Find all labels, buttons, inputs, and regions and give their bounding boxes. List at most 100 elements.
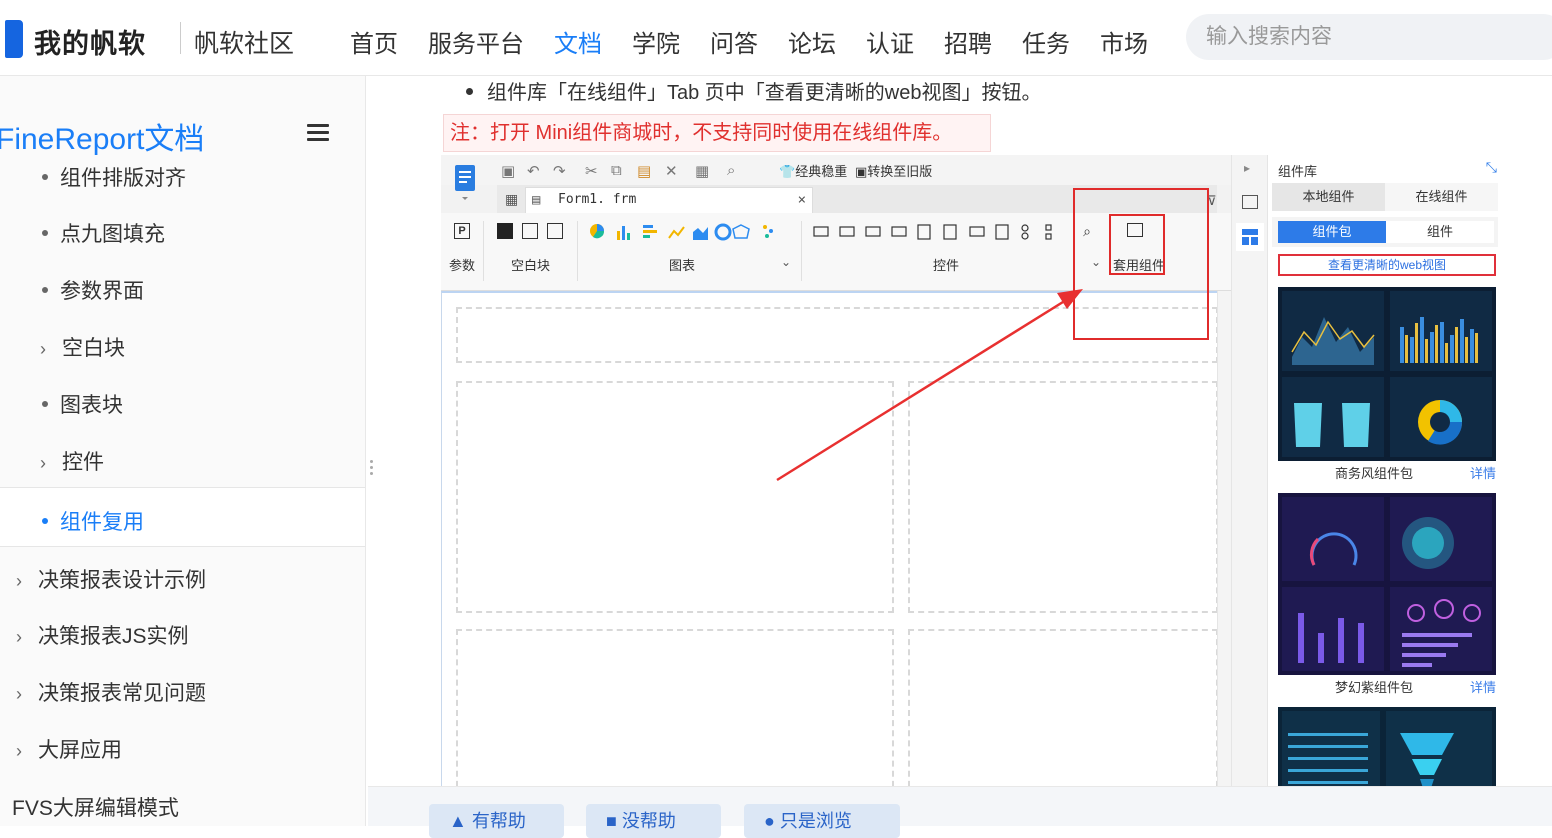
vertical-scrollbar: [1217, 291, 1231, 795]
business-package-thumbnail: [1278, 287, 1496, 461]
nav-item-academy[interactable]: 学院: [632, 24, 680, 59]
paste-icon: ▤: [637, 163, 652, 180]
search-input[interactable]: 输入搜索内容: [1186, 14, 1552, 60]
content-bullet: 组件库「在线组件」Tab 页中「查看更清晰的web视图」按钮。: [466, 76, 1042, 105]
sidebar-item[interactable]: 组件排版对齐: [42, 162, 186, 192]
top-navbar: 我的帆软 帆软社区 首页 服务平台 文档 学院 问答 论坛 认证 招聘 任务 市…: [0, 0, 1552, 76]
placeholder-block: [908, 629, 1218, 797]
collapse-icon: ⤡: [1485, 159, 1497, 175]
chevron-down-icon: ⌄: [781, 255, 792, 269]
package-details-link: 详情: [1469, 680, 1496, 695]
library-title: 组件库: [1278, 164, 1318, 179]
nav-item-jobs[interactable]: 招聘: [944, 24, 992, 59]
sidebar-item[interactable]: 参数界面: [42, 275, 144, 305]
warning-note: 注：打开 Mini组件商城时，不支持同时使用在线组件库。: [443, 114, 991, 152]
package-details-link: 详情: [1469, 466, 1496, 481]
nav-item-tasks[interactable]: 任务: [1022, 24, 1070, 59]
sidebar-item[interactable]: 点九图填充: [42, 218, 165, 248]
designer-screenshot: ▣ ↶ ↷ ✂ ⧉ ▤ ✕ ▦ ⌕ 👕经典稳重 ▣转换至旧版 ▦ ▤ Form1…: [441, 155, 1505, 797]
bullet-icon: [42, 401, 48, 408]
designer-toolbar: ▣ ↶ ↷ ✂ ⧉ ▤ ✕ ▦ ⌕ 👕经典稳重 ▣转换至旧版: [441, 155, 1231, 185]
thumbs-up-icon: ▲: [449, 811, 472, 831]
not-helpful-button[interactable]: ■ 没帮助: [586, 804, 721, 838]
sidebar-title[interactable]: FineReport文档: [0, 114, 204, 158]
shirt-icon: 👕: [779, 164, 796, 179]
doc-sidebar: FineReport文档 组件排版对齐 点九图填充 参数界面 › 空白块 图表块 …: [0, 76, 366, 826]
chevron-right-icon: ›: [40, 339, 46, 359]
chart-type-icons: [590, 223, 773, 241]
convert-button: ▣转换至旧版: [855, 164, 933, 179]
community-link[interactable]: 帆软社区: [194, 24, 294, 60]
caret-right-icon: ▸: [1244, 161, 1251, 175]
ribbon-widget-label: 控件: [933, 258, 960, 273]
split-grid-icon: [547, 223, 563, 239]
subtab-components: 组件: [1386, 221, 1494, 243]
redo-icon: ↷: [553, 163, 566, 180]
right-dock-strip: ▸: [1231, 155, 1267, 795]
bullet-icon: [42, 287, 48, 294]
main-nav: 首页 服务平台 文档 学院 问答 论坛 认证 招聘 任务 市场: [350, 24, 1178, 59]
chevron-right-icon: ›: [16, 741, 22, 761]
chevron-right-icon: ›: [16, 571, 22, 591]
helpful-button[interactable]: ▲ 有帮助: [429, 804, 564, 838]
thumbs-down-icon: ■: [606, 811, 622, 831]
feedback-bar: ▲ 有帮助 ■ 没帮助 ● 只是浏览: [368, 786, 1552, 838]
placeholder-block: [456, 629, 894, 797]
grid-icon: ▦: [505, 191, 519, 207]
sidebar-item[interactable]: › 空白块: [40, 332, 125, 362]
nav-item-qa[interactable]: 问答: [710, 24, 758, 59]
sidebar-item[interactable]: › 控件: [40, 446, 104, 476]
ribbon-blank-label: 空白块: [511, 258, 551, 273]
split-h-icon: [522, 223, 538, 239]
sidebar-item[interactable]: › 决策报表常见问题: [16, 677, 206, 707]
search-icon: ⌕: [727, 162, 736, 179]
widget-panel-icon: [1242, 195, 1258, 209]
ribbon-chart-label: 图表: [669, 258, 696, 273]
sidebar-item[interactable]: › 大屏应用: [16, 734, 122, 764]
purple-package-thumbnail: [1278, 493, 1496, 675]
chevron-right-icon: ›: [40, 453, 46, 473]
bullet-icon: [42, 174, 48, 181]
highlight-box: [1109, 214, 1165, 275]
package-thumbnail: [1278, 707, 1496, 795]
file-tab: ▤ Form1. frm ×: [525, 187, 813, 213]
undo-icon: ↶: [527, 163, 540, 180]
ribbon-param-label: 参数: [449, 258, 476, 273]
logo-icon[interactable]: [5, 20, 23, 58]
component-library-panel: 组件库 ⤡ 本地组件 在线组件 组件包 组件 查看更清晰的web视图 商务风组件…: [1267, 155, 1505, 795]
menu-icon[interactable]: [307, 124, 329, 142]
sidebar-item[interactable]: FVS大屏编辑模式: [12, 792, 179, 822]
cut-icon: ✂: [585, 163, 598, 180]
bullet-icon: [42, 518, 48, 525]
package-name: 梦幻紫组件包: [1334, 680, 1413, 695]
logo-divider: [180, 22, 181, 54]
resize-handle[interactable]: [370, 460, 374, 482]
chevron-right-icon: ›: [16, 684, 22, 704]
eye-icon: ●: [764, 811, 780, 831]
sidebar-item[interactable]: 图表块: [42, 389, 123, 419]
tab-local-components: 本地组件: [1272, 183, 1385, 211]
save-icon: ▣: [501, 163, 516, 180]
nav-item-home[interactable]: 首页: [350, 24, 398, 59]
package-name: 商务风组件包: [1334, 466, 1413, 481]
nav-item-market[interactable]: 市场: [1100, 24, 1148, 59]
nav-item-forum[interactable]: 论坛: [788, 24, 836, 59]
bullet-icon: [466, 88, 473, 96]
blank-block-icon: [497, 223, 513, 239]
copy-icon: ⧉: [611, 162, 622, 179]
widget-type-icons: [813, 224, 1052, 240]
nav-item-cert[interactable]: 认证: [866, 24, 914, 59]
logo-text[interactable]: 我的帆软: [34, 22, 146, 61]
sidebar-item[interactable]: › 决策报表JS实例: [16, 620, 189, 650]
nav-item-service[interactable]: 服务平台: [428, 24, 524, 59]
subtab-packages: 组件包: [1278, 221, 1386, 243]
bullet-icon: [42, 230, 48, 237]
file-icon: ▤: [532, 192, 541, 208]
just-browsing-button[interactable]: ● 只是浏览: [744, 804, 900, 838]
sidebar-item[interactable]: › 决策报表设计示例: [16, 564, 206, 594]
package-card: [1278, 707, 1496, 795]
nav-item-docs[interactable]: 文档: [554, 24, 602, 59]
sidebar-item-active[interactable]: 组件复用: [42, 506, 144, 536]
package-card: 梦幻紫组件包 详情: [1278, 493, 1496, 697]
param-icon: P: [454, 223, 470, 239]
